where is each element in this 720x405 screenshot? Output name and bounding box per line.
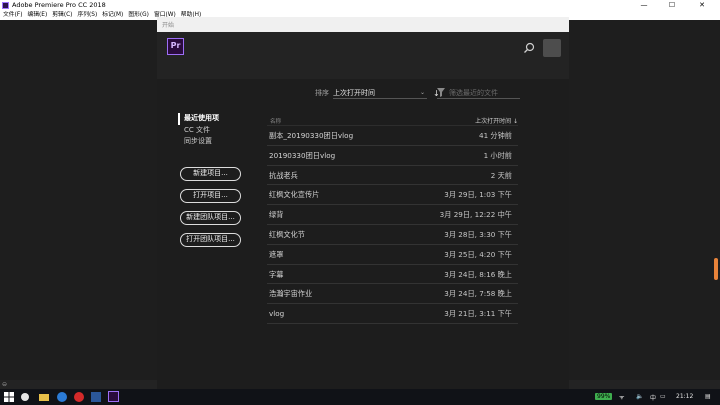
open-team-project-button[interactable]: 打开团队项目... [180, 233, 241, 247]
start-dialog: 开始 Pr 排序 上次打开时间 ⌄ ↓ 筛选最近的文件 最近使用项 CC 文件 … [157, 17, 569, 389]
project-time: 3月 29日, 12:22 中午 [439, 210, 512, 220]
project-time: 2 天前 [490, 170, 512, 180]
menu-clip[interactable]: 剪辑(C) [52, 11, 72, 20]
sort-value: 上次打开时间 [333, 88, 375, 97]
scrollbar-thumb[interactable] [714, 258, 718, 280]
sidebar: 最近使用项 CC 文件 同步设置 [178, 113, 248, 148]
volume-icon[interactable]: 🔈 [636, 393, 643, 400]
table-row[interactable]: 抗战老兵 2 天前 [267, 166, 518, 186]
window-titlebar: Adobe Premiere Pro CC 2018 — ☐ ✕ [0, 0, 720, 11]
sort-dropdown[interactable]: 上次打开时间 ⌄ [333, 88, 427, 99]
premiere-taskbar-icon[interactable] [108, 391, 119, 402]
project-name: 20190330团日vlog [269, 150, 336, 160]
windows-taskbar: 99% ᯤ 🔈 中 ▭ 21:12 ▤ [0, 389, 720, 405]
network-icon[interactable]: ᯤ [619, 393, 624, 401]
column-time-header[interactable]: 上次打开时间 ↓ [475, 116, 518, 125]
file-explorer-icon[interactable] [39, 394, 49, 401]
project-time: 1 小时前 [483, 150, 512, 160]
keyboard-icon[interactable]: ▭ [660, 393, 666, 400]
chevron-down-icon: ⌄ [419, 88, 425, 96]
table-row[interactable]: 20190330团日vlog 1 小时前 [267, 146, 518, 166]
windows-start-icon[interactable] [4, 392, 14, 402]
table-header: 名称 上次打开时间 ↓ [267, 114, 518, 126]
cortana-icon[interactable] [21, 393, 29, 401]
project-name: 抗战老兵 [269, 170, 298, 180]
status-icon: ⊖ [2, 381, 8, 388]
word-icon[interactable] [91, 392, 101, 402]
menu-marker[interactable]: 标记(M) [102, 11, 123, 20]
search-icon[interactable] [523, 42, 535, 54]
filter-input[interactable]: 筛选最近的文件 [437, 87, 520, 99]
filter-placeholder: 筛选最近的文件 [449, 89, 498, 97]
project-name: 红枫文化节 [269, 229, 305, 239]
project-name: 字幕 [269, 269, 284, 279]
clock[interactable]: 21:12 [676, 393, 693, 400]
project-name: 遮罩 [269, 249, 284, 259]
table-row[interactable]: 遮罩 3月 25日, 4:20 下午 [267, 245, 518, 265]
browser-app-icon[interactable] [74, 392, 84, 402]
dialog-title: 开始 [162, 22, 175, 29]
table-row[interactable]: 浩瀚宇宙作业 3月 24日, 7:58 晚上 [267, 284, 518, 305]
close-button[interactable]: ✕ [688, 0, 716, 11]
sidebar-item-sync-settings[interactable]: 同步设置 [178, 136, 248, 148]
project-time: 3月 25日, 4:20 下午 [444, 249, 512, 259]
filter-icon [437, 88, 445, 97]
maximize-button[interactable]: ☐ [658, 0, 686, 11]
table-row[interactable]: 红枫文化节 3月 28日, 3:30 下午 [267, 225, 518, 245]
project-name: vlog [269, 309, 285, 319]
menu-edit[interactable]: 编辑(E) [27, 11, 47, 20]
open-project-button[interactable]: 打开项目... [180, 189, 241, 203]
table-row[interactable]: 副本_20190330团日vlog 41 分钟前 [267, 126, 518, 146]
sort-control: 排序 上次打开时间 ⌄ ↓ [315, 87, 440, 99]
table-row[interactable]: vlog 3月 21日, 3:11 下午 [267, 304, 518, 324]
project-time: 3月 28日, 3:30 下午 [444, 229, 512, 239]
sort-label: 排序 [315, 89, 329, 97]
new-project-button[interactable]: 新建项目... [180, 167, 241, 181]
menu-file[interactable]: 文件(F) [3, 11, 22, 20]
project-time: 3月 24日, 7:58 晚上 [444, 289, 512, 299]
premiere-app-icon [2, 2, 9, 9]
project-time: 3月 24日, 8:16 晚上 [444, 269, 512, 279]
project-name: 浩瀚宇宙作业 [269, 289, 313, 299]
column-name-header[interactable]: 名称 [270, 117, 281, 125]
table-row[interactable]: 绿背 3月 29日, 12:22 中午 [267, 205, 518, 225]
recent-projects-table: 名称 上次打开时间 ↓ 副本_20190330团日vlog 41 分钟前 2019… [267, 114, 518, 324]
sidebar-item-recent[interactable]: 最近使用项 [178, 113, 248, 125]
edge-browser-icon[interactable] [57, 392, 67, 402]
window-title: Adobe Premiere Pro CC 2018 [12, 1, 106, 9]
table-row[interactable]: 字幕 3月 24日, 8:16 晚上 [267, 265, 518, 285]
project-name: 红枫文化宣传片 [269, 190, 320, 200]
project-time: 3月 29日, 1:03 下午 [444, 190, 512, 200]
new-team-project-button[interactable]: 新建团队项目... [180, 211, 241, 225]
menu-graphics[interactable]: 图形(G) [128, 11, 149, 20]
ime-indicator[interactable]: 中 [650, 393, 656, 402]
minimize-button[interactable]: — [630, 0, 658, 11]
project-time: 41 分钟前 [479, 131, 512, 140]
dialog-titlebar: 开始 [157, 17, 569, 32]
user-avatar[interactable] [543, 39, 561, 57]
dialog-header [157, 32, 569, 79]
project-name: 副本_20190330团日vlog [269, 131, 354, 140]
premiere-logo: Pr [167, 38, 184, 55]
project-time: 3月 21日, 3:11 下午 [444, 309, 512, 319]
project-name: 绿背 [269, 210, 284, 220]
battery-indicator[interactable]: 99% [595, 393, 613, 400]
sidebar-item-cc-files[interactable]: CC 文件 [178, 125, 248, 137]
notification-icon[interactable]: ▤ [705, 393, 711, 400]
menu-sequence[interactable]: 序列(S) [77, 11, 97, 20]
table-row[interactable]: 红枫文化宣传片 3月 29日, 1:03 下午 [267, 185, 518, 206]
